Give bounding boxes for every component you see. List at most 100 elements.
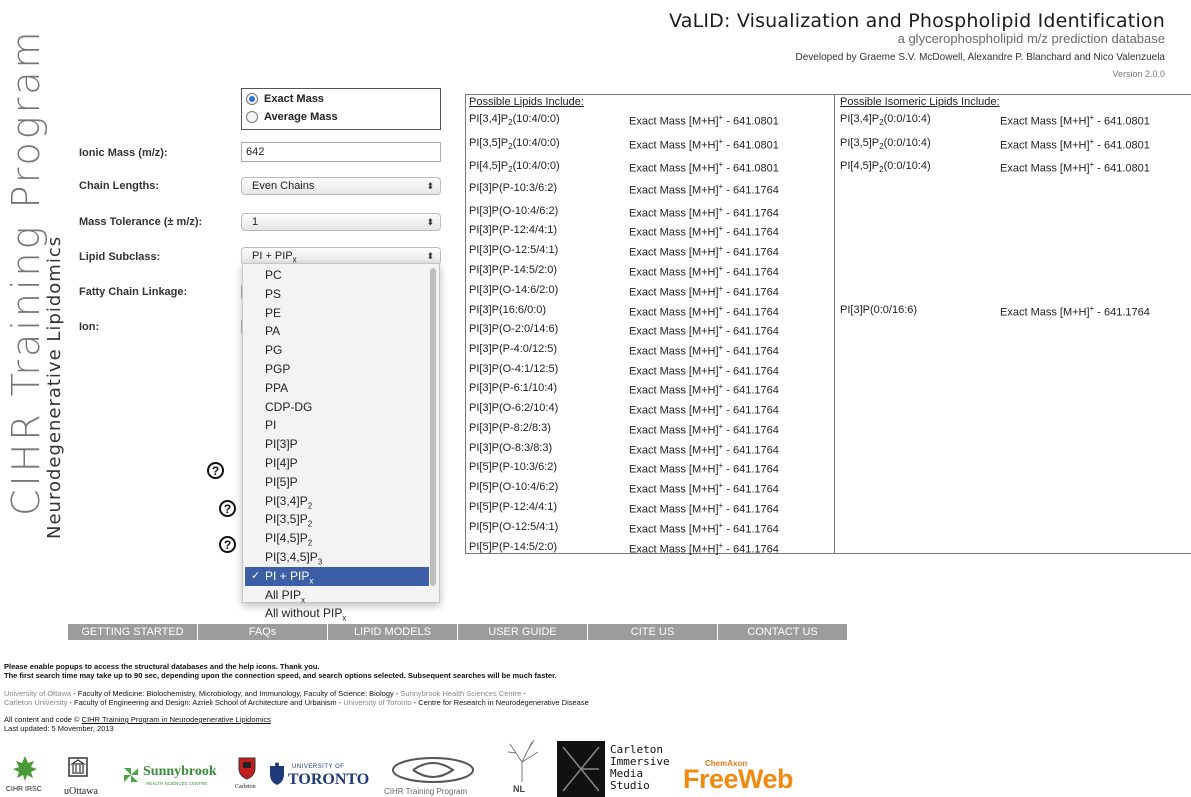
dropdown-scrollbar[interactable]	[430, 268, 436, 586]
help-icon[interactable]: ?	[219, 500, 236, 517]
nav-item-contact-us[interactable]: CONTACT US	[718, 624, 847, 640]
dropdown-option[interactable]: PGP	[245, 360, 429, 379]
chain-lengths-select[interactable]: Even Chains ⬍	[241, 177, 441, 195]
copyright-link[interactable]: CIHR Training Program in Neurodegenerati…	[82, 715, 271, 724]
dropdown-option[interactable]: PG	[245, 341, 429, 360]
dropdown-option[interactable]: CDP-DG	[245, 398, 429, 417]
cube-mark-icon	[557, 741, 605, 797]
nav-item-lipid-models[interactable]: LIPID MODELS	[328, 624, 458, 640]
sunnybrook-logo-sub: HEALTH SCIENCES CENTRE	[146, 781, 208, 786]
result-row: PI[3]P(O-14:6/2:0) Exact Mass [M+H]+ - 64…	[469, 284, 799, 300]
dropdown-option[interactable]: PI[5]P	[245, 473, 429, 492]
dropdown-option[interactable]: PI[3,4,5]P3	[245, 548, 429, 567]
lipid-name[interactable]: PI[3]P(16:6/0:0)	[469, 304, 546, 316]
toronto-logo[interactable]: UNIVERSITY OF TORONTO	[268, 760, 378, 792]
lipid-name[interactable]: PI[4,5]P2(10:4/0:0)	[469, 160, 560, 174]
dropdown-option[interactable]: PI[4]P	[245, 454, 429, 473]
uottawa-logo[interactable]: uOttawa	[60, 754, 100, 797]
nav-item-user-guide[interactable]: USER GUIDE	[458, 624, 588, 640]
dropdown-option[interactable]: PI[4,5]P2	[245, 529, 429, 548]
nl-logo[interactable]: NL	[497, 738, 547, 797]
lipid-mass: Exact Mass [M+H]+ - 641.1764	[629, 442, 779, 457]
ionic-mass-input[interactable]	[241, 142, 441, 162]
result-row: PI[3]P(O-12:5/4:1) Exact Mass [M+H]+ - 64…	[469, 244, 799, 260]
lipid-mass: Exact Mass [M+H]+ - 641.1764	[629, 541, 779, 556]
result-row: PI[3]P(O-2:0/14:6) Exact Mass [M+H]+ - 64…	[469, 323, 799, 339]
mass-type-group: Exact Mass Average Mass	[241, 88, 441, 130]
lipid-name[interactable]: PI[3,5]P2(10:4/0:0)	[469, 137, 560, 151]
chemaxon-freeweb-logo[interactable]: ChemAxon FreeWeb	[683, 755, 803, 797]
lipid-name[interactable]: PI[5]P(O-10:4/6:2)	[469, 481, 558, 493]
lipid-name[interactable]: PI[3]P(P-8:2/8:3)	[469, 422, 551, 434]
toronto-logo-text: TORONTO	[288, 771, 370, 788]
dropdown-option[interactable]: All without PIPx	[245, 604, 429, 623]
cihr-training-logo[interactable]: CIHR Training Program	[384, 754, 494, 797]
lipid-mass: Exact Mass [M+H]+ - 641.1764	[629, 343, 779, 358]
results-column-divider	[834, 94, 835, 554]
subclass-dropdown-list[interactable]: PC PS PE PA PG PGP PPA CDP-DG PI PI[3]P PI[4]P PI[5…	[242, 263, 440, 623]
result-row: PI[5]P(O-12:5/4:1) Exact Mass [M+H]+ - 64…	[469, 521, 799, 537]
dropdown-option[interactable]: PA	[245, 322, 429, 341]
lipid-mass: Exact Mass [M+H]+ - 641.1764	[629, 461, 779, 476]
lipid-name[interactable]: PI[5]P(P-12:4/4:1)	[469, 501, 557, 513]
lipid-name[interactable]: PI[3]P(O-14:6/2:0)	[469, 284, 558, 296]
result-row: PI[3]P(P-4:0/12:5) Exact Mass [M+H]+ - 64…	[469, 343, 799, 359]
dropdown-option[interactable]: All PIPx	[245, 586, 429, 605]
cims-logo-text: Carleton Immersive Media Studio	[610, 743, 670, 792]
lipid-name[interactable]: PI[3]P(P-6:1/10:4)	[469, 382, 557, 394]
lipid-name[interactable]: PI[3,4]P2(10:4/0:0)	[469, 113, 560, 127]
dropdown-option[interactable]: PC	[245, 266, 429, 285]
dropdown-option[interactable]: ✓ PI + PIPx	[245, 566, 429, 586]
lipid-name[interactable]: PI[3]P(P-4:0/12:5)	[469, 343, 557, 355]
dropdown-option[interactable]: PPA	[245, 379, 429, 398]
exact-mass-label: Exact Mass	[264, 93, 324, 105]
lipid-name[interactable]: PI[3]P(0:0/16:6)	[840, 304, 917, 316]
lipid-name[interactable]: PI[3]P(O-4:1/12:5)	[469, 363, 558, 375]
lipid-name[interactable]: PI[5]P(O-12:5/4:1)	[469, 521, 558, 533]
lipid-name[interactable]: PI[4,5]P2(0:0/10:4)	[840, 160, 931, 174]
lipid-mass: Exact Mass [M+H]+ - 641.1764	[629, 481, 779, 496]
lipid-name[interactable]: PI[3]P(P-12:4/4:1)	[469, 224, 557, 236]
nav-item-getting-started[interactable]: GETTING STARTED	[68, 624, 198, 640]
lipid-name[interactable]: PI[3,4]P2(0:0/10:4)	[840, 113, 931, 127]
lipid-mass: Exact Mass [M+H]+ - 641.0801	[1000, 160, 1150, 175]
dropdown-option[interactable]: PI[3,4]P2	[245, 492, 429, 511]
dropdown-option[interactable]: PI[3,5]P2	[245, 510, 429, 529]
exact-mass-radio[interactable]	[246, 93, 258, 105]
app-subtitle: a glycerophospholipid m/z prediction dat…	[897, 31, 1165, 46]
nav-item-cite-us[interactable]: CITE US	[588, 624, 718, 640]
cihr-logo[interactable]: CIHR IRSC	[4, 754, 48, 797]
lipid-name[interactable]: PI[5]P(P-10:3/6:2)	[469, 461, 557, 473]
lipid-name[interactable]: PI[3]P(O-2:0/14:6)	[469, 323, 558, 335]
isomeric-lipids-heading: Possible Isomeric Lipids Include:	[840, 96, 1000, 108]
dropdown-option[interactable]: PI[3]P	[245, 435, 429, 454]
lipid-mass: Exact Mass [M+H]+ - 641.1764	[629, 244, 779, 259]
lipid-mass: Exact Mass [M+H]+ - 641.1764	[629, 402, 779, 417]
exact-mass-option[interactable]: Exact Mass	[246, 93, 324, 105]
result-row: PI[5]P(O-10:4/6:2) Exact Mass [M+H]+ - 64…	[469, 481, 799, 497]
help-icon[interactable]: ?	[219, 536, 236, 553]
result-row: PI[3]P(P-6:1/10:4) Exact Mass [M+H]+ - 64…	[469, 382, 799, 398]
isomeric-row: PI[3]P(0:0/16:6) Exact Mass [M+H]+ - 641.…	[840, 304, 1170, 320]
average-mass-radio[interactable]	[246, 111, 258, 123]
dropdown-option[interactable]: PS	[245, 285, 429, 304]
dropdown-option[interactable]: PE	[245, 304, 429, 323]
developer-credits: Developed by Graeme S.V. McDowell, Alexa…	[795, 52, 1165, 63]
loop-mark-icon	[392, 757, 474, 783]
nav-item-faqs[interactable]: FAQs	[198, 624, 328, 640]
carleton-immersive-logo[interactable]: Carleton Immersive Media Studio	[557, 741, 677, 797]
lipid-name[interactable]: PI[5]P(P-14:5/2:0)	[469, 541, 557, 553]
average-mass-option[interactable]: Average Mass	[246, 111, 338, 123]
lipid-name[interactable]: PI[3]P(O-8:3/8:3)	[469, 442, 552, 454]
dropdown-option[interactable]: PI	[245, 416, 429, 435]
tolerance-select[interactable]: 1 ⬍	[241, 213, 441, 231]
lipid-name[interactable]: PI[3]P(O-10:4/6:2)	[469, 205, 558, 217]
lipid-name[interactable]: PI[3]P(P-10:3/6:2)	[469, 182, 557, 194]
lipid-name[interactable]: PI[3,5]P2(0:0/10:4)	[840, 137, 931, 151]
help-icon[interactable]: ?	[207, 462, 224, 479]
sunnybrook-logo[interactable]: Sunnybrook HEALTH SCIENCES CENTRE	[122, 764, 222, 792]
lipid-name[interactable]: PI[3]P(O-6:2/10:4)	[469, 402, 558, 414]
lipid-name[interactable]: PI[3]P(O-12:5/4:1)	[469, 244, 558, 256]
carleton-logo[interactable]: Carleton	[233, 756, 263, 796]
lipid-name[interactable]: PI[3]P(P-14:5/2:0)	[469, 264, 557, 276]
